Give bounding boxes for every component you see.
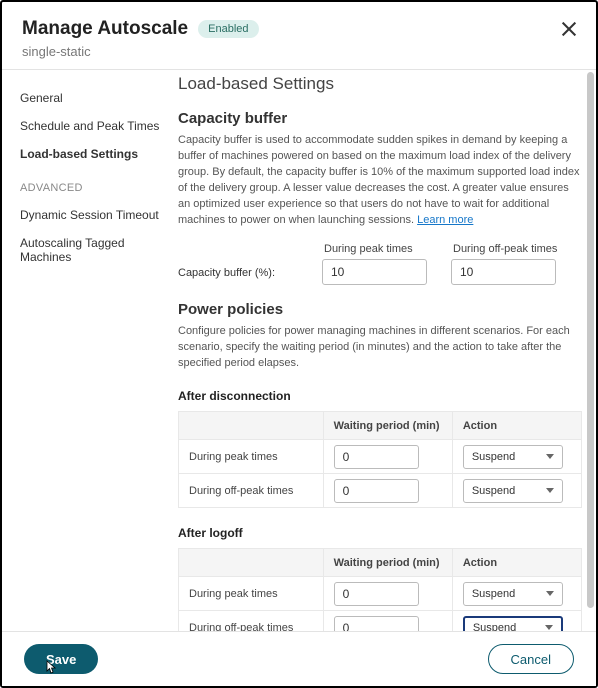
- sidebar-item-schedule[interactable]: Schedule and Peak Times: [20, 112, 162, 140]
- content-pane: Load-based Settings Capacity buffer Capa…: [172, 70, 596, 634]
- capacity-col-offpeak: During off-peak times: [451, 243, 557, 255]
- power-heading: Power policies: [178, 301, 582, 318]
- sidebar-item-tagged-machines[interactable]: Autoscaling Tagged Machines: [20, 229, 162, 271]
- row-label-offpeak: During off-peak times: [179, 474, 324, 508]
- learn-more-link[interactable]: Learn more: [417, 214, 473, 226]
- col-waiting: Waiting period (min): [323, 549, 452, 577]
- after-logoff-title: After logoff: [178, 526, 582, 540]
- dialog-subtitle: single-static: [22, 44, 576, 59]
- dialog-footer: Save Cancel: [2, 631, 596, 686]
- capacity-heading: Capacity buffer: [178, 110, 582, 127]
- row-label-peak: During peak times: [179, 440, 324, 474]
- sidebar-item-general[interactable]: General: [20, 84, 162, 112]
- after-logoff-table: Waiting period (min) Action During peak …: [178, 548, 582, 634]
- capacity-description: Capacity buffer is used to accommodate s…: [178, 133, 582, 229]
- col-action: Action: [452, 549, 581, 577]
- sidebar-item-dynamic-timeout[interactable]: Dynamic Session Timeout: [20, 201, 162, 229]
- col-action: Action: [452, 412, 581, 440]
- chevron-down-icon: [546, 488, 554, 493]
- row-label-peak: During peak times: [179, 577, 324, 611]
- dialog-header: Manage Autoscale Enabled single-static: [2, 2, 596, 69]
- disconnect-offpeak-wait-input[interactable]: [334, 479, 419, 503]
- cancel-button[interactable]: Cancel: [488, 644, 574, 674]
- chevron-down-icon: [546, 591, 554, 596]
- table-row: During peak times Suspend: [179, 440, 582, 474]
- table-row: During off-peak times Suspend: [179, 474, 582, 508]
- close-icon[interactable]: [560, 20, 578, 38]
- table-row: During peak times Suspend: [179, 577, 582, 611]
- after-disconnect-table: Waiting period (min) Action During peak …: [178, 411, 582, 508]
- chevron-down-icon: [546, 454, 554, 459]
- section-title: Load-based Settings: [178, 74, 582, 94]
- capacity-row-label: Capacity buffer (%):: [178, 267, 298, 285]
- capacity-row: Capacity buffer (%): During peak times D…: [178, 243, 582, 285]
- power-description: Configure policies for power managing ma…: [178, 324, 582, 372]
- enabled-badge: Enabled: [198, 20, 258, 38]
- logoff-peak-wait-input[interactable]: [334, 582, 419, 606]
- dialog-title: Manage Autoscale: [22, 18, 188, 40]
- col-waiting: Waiting period (min): [323, 412, 452, 440]
- sidebar: General Schedule and Peak Times Load-bas…: [2, 70, 172, 634]
- capacity-col-peak: During peak times: [322, 243, 427, 255]
- chevron-down-icon: [545, 625, 553, 630]
- capacity-offpeak-input[interactable]: [451, 259, 556, 285]
- save-button[interactable]: Save: [24, 644, 98, 674]
- sidebar-section-advanced: ADVANCED: [20, 168, 162, 201]
- disconnect-peak-action-select[interactable]: Suspend: [463, 445, 563, 469]
- dialog-body: General Schedule and Peak Times Load-bas…: [2, 70, 596, 634]
- after-disconnect-title: After disconnection: [178, 389, 582, 403]
- disconnect-peak-wait-input[interactable]: [334, 445, 419, 469]
- logoff-peak-action-select[interactable]: Suspend: [463, 582, 563, 606]
- disconnect-offpeak-action-select[interactable]: Suspend: [463, 479, 563, 503]
- sidebar-item-load-based[interactable]: Load-based Settings: [20, 140, 162, 168]
- capacity-peak-input[interactable]: [322, 259, 427, 285]
